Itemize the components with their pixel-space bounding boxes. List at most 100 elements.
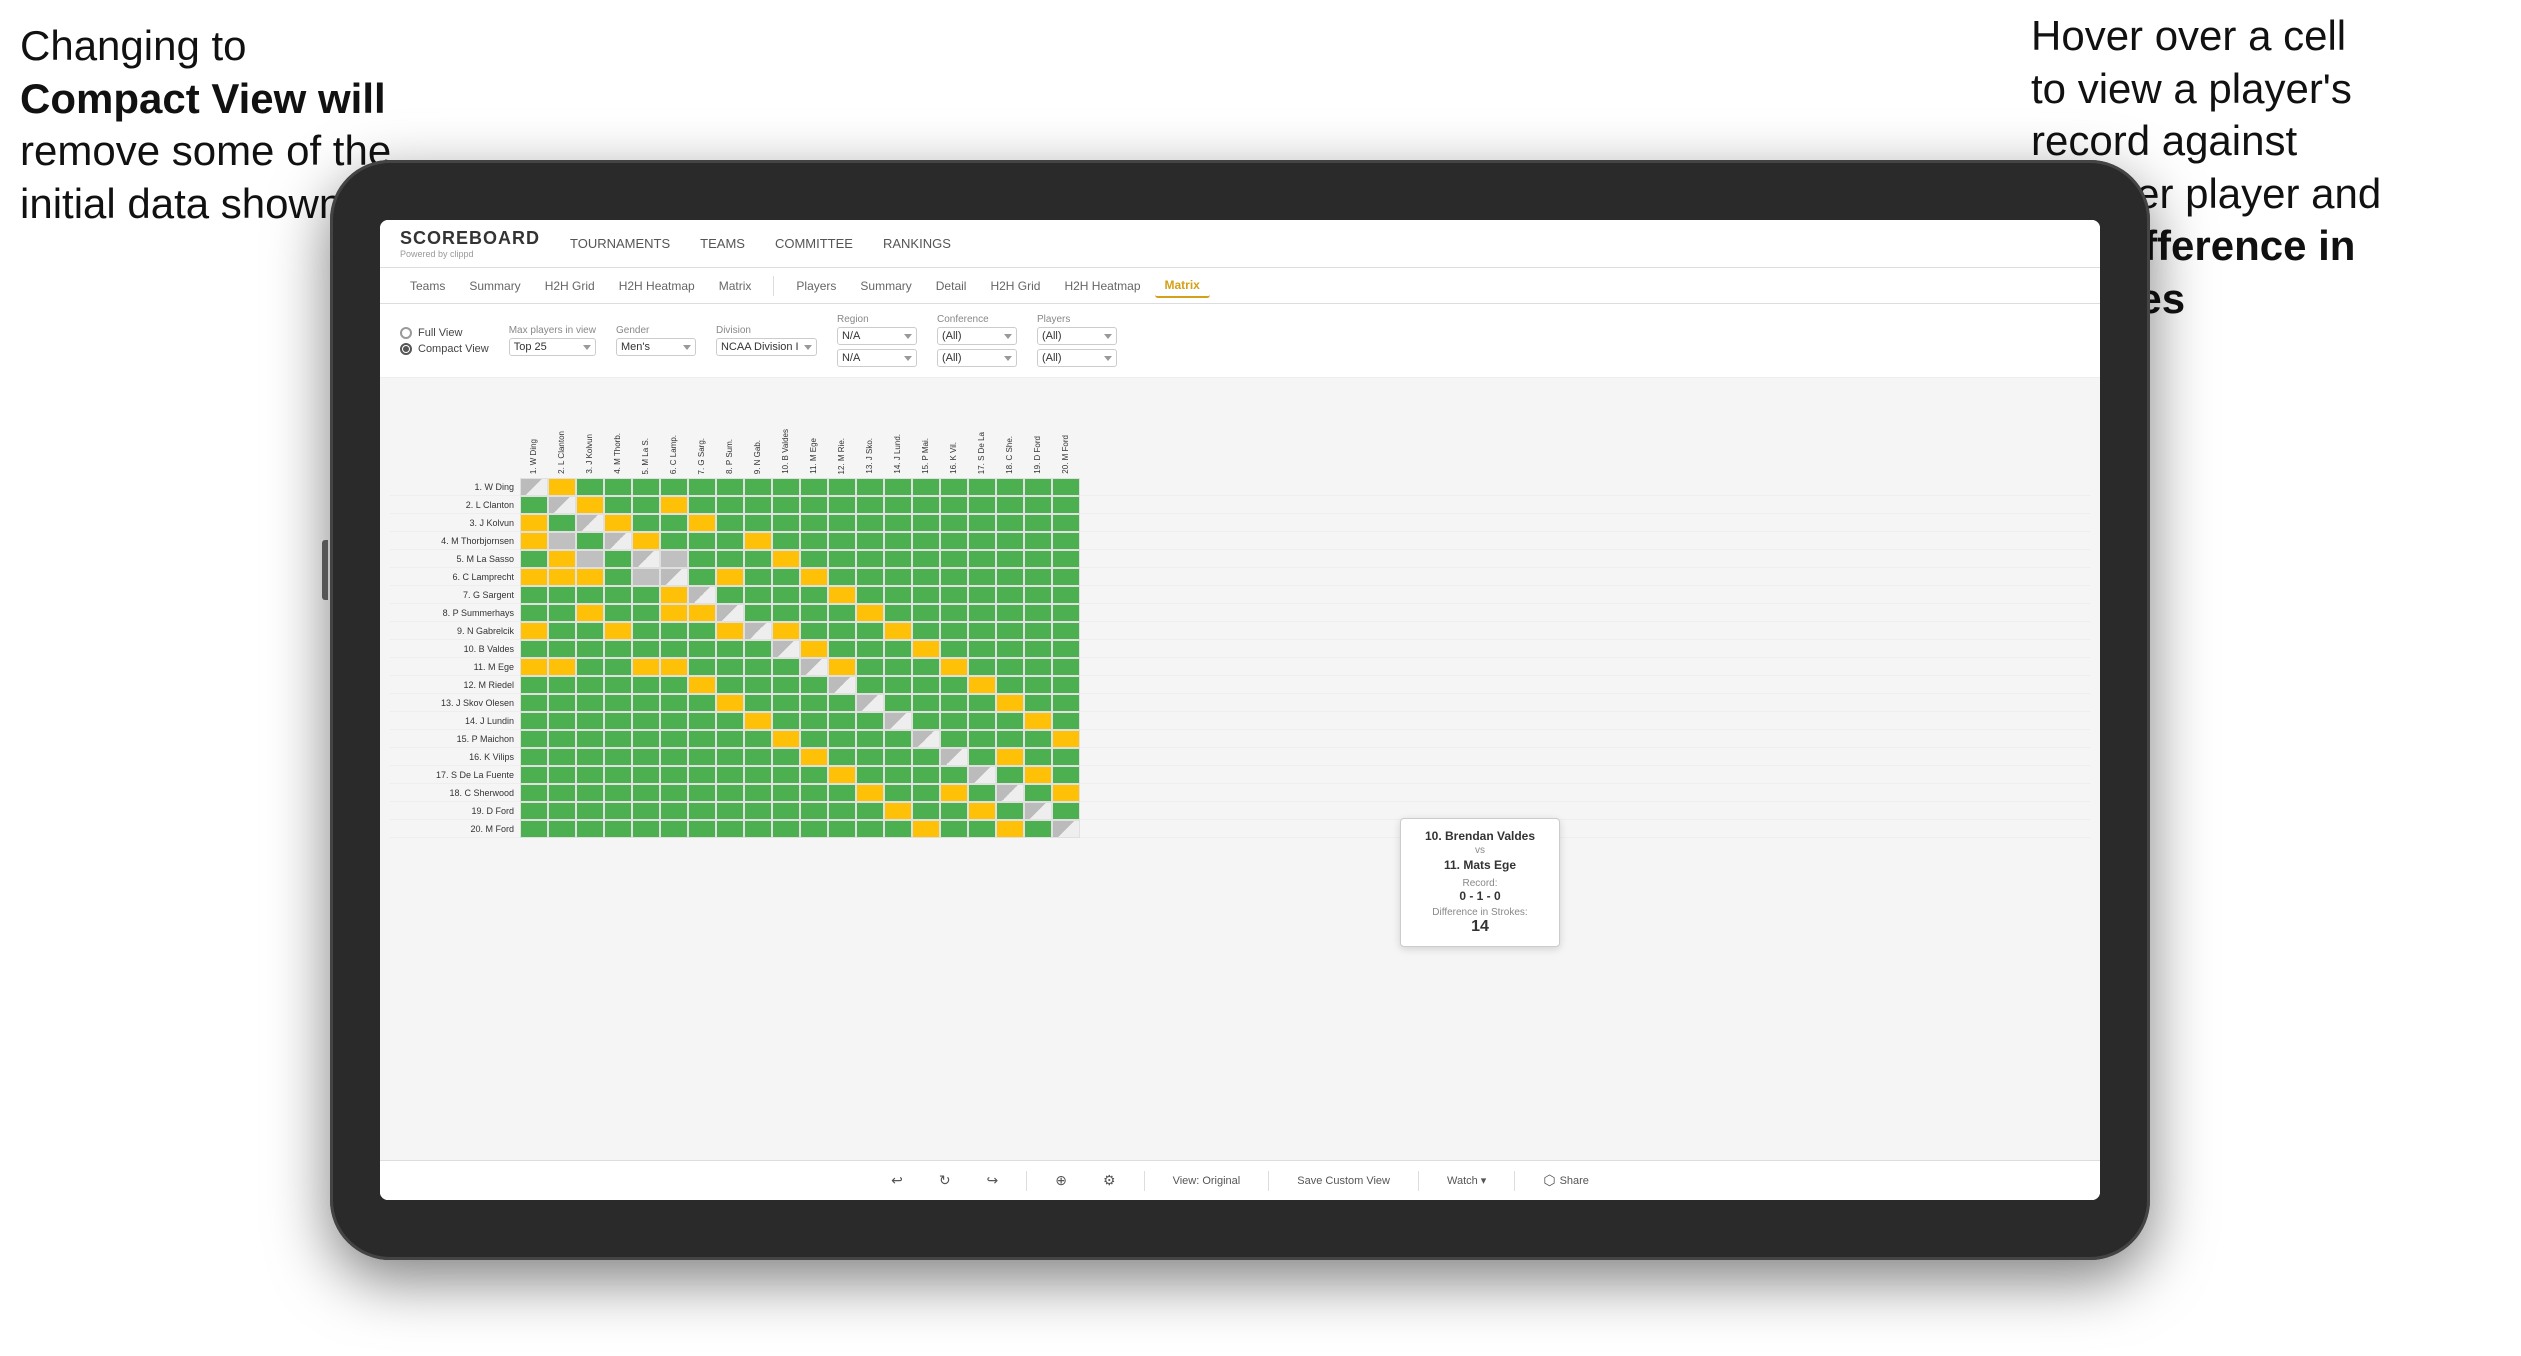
region-select1[interactable]: N/A bbox=[837, 327, 917, 345]
matrix-cell[interactable] bbox=[716, 604, 744, 622]
matrix-cell[interactable] bbox=[884, 694, 912, 712]
matrix-cell[interactable] bbox=[660, 766, 688, 784]
matrix-cell[interactable] bbox=[1052, 478, 1080, 496]
matrix-cell[interactable] bbox=[940, 514, 968, 532]
matrix-cell[interactable] bbox=[1024, 766, 1052, 784]
matrix-cell[interactable] bbox=[968, 802, 996, 820]
matrix-cell[interactable] bbox=[744, 658, 772, 676]
matrix-cell[interactable] bbox=[520, 496, 548, 514]
matrix-cell[interactable] bbox=[800, 532, 828, 550]
matrix-cell[interactable] bbox=[996, 478, 1024, 496]
matrix-cell[interactable] bbox=[940, 478, 968, 496]
matrix-cell[interactable] bbox=[884, 550, 912, 568]
matrix-cell[interactable] bbox=[604, 694, 632, 712]
matrix-cell[interactable] bbox=[744, 730, 772, 748]
matrix-cell[interactable] bbox=[744, 514, 772, 532]
matrix-cell[interactable] bbox=[828, 514, 856, 532]
view-original-btn[interactable]: View: Original bbox=[1165, 1171, 1249, 1191]
full-view-option[interactable]: Full View bbox=[400, 327, 489, 339]
matrix-cell[interactable] bbox=[828, 676, 856, 694]
matrix-cell[interactable] bbox=[744, 640, 772, 658]
matrix-cell[interactable] bbox=[856, 748, 884, 766]
matrix-cell[interactable] bbox=[548, 658, 576, 676]
matrix-cell[interactable] bbox=[576, 820, 604, 838]
matrix-cell[interactable] bbox=[884, 766, 912, 784]
matrix-cell[interactable] bbox=[548, 712, 576, 730]
matrix-cell[interactable] bbox=[800, 820, 828, 838]
matrix-cell[interactable] bbox=[660, 568, 688, 586]
matrix-cell[interactable] bbox=[772, 802, 800, 820]
matrix-cell[interactable] bbox=[548, 496, 576, 514]
matrix-cell[interactable] bbox=[632, 766, 660, 784]
matrix-cell[interactable] bbox=[800, 766, 828, 784]
matrix-cell[interactable] bbox=[576, 748, 604, 766]
matrix-cell[interactable] bbox=[940, 586, 968, 604]
matrix-cell[interactable] bbox=[856, 478, 884, 496]
sub-tab-h2hheatmap2[interactable]: H2H Heatmap bbox=[1054, 275, 1150, 297]
matrix-cell[interactable] bbox=[996, 676, 1024, 694]
matrix-cell[interactable] bbox=[1052, 658, 1080, 676]
matrix-cell[interactable] bbox=[828, 712, 856, 730]
matrix-cell[interactable] bbox=[800, 604, 828, 622]
matrix-cell[interactable] bbox=[1024, 478, 1052, 496]
matrix-cell[interactable] bbox=[520, 766, 548, 784]
matrix-cell[interactable] bbox=[744, 550, 772, 568]
matrix-cell[interactable] bbox=[604, 784, 632, 802]
matrix-cell[interactable] bbox=[632, 550, 660, 568]
matrix-cell[interactable] bbox=[688, 514, 716, 532]
matrix-cell[interactable] bbox=[744, 496, 772, 514]
matrix-cell[interactable] bbox=[800, 640, 828, 658]
matrix-cell[interactable] bbox=[604, 586, 632, 604]
matrix-cell[interactable] bbox=[884, 568, 912, 586]
matrix-cell[interactable] bbox=[996, 514, 1024, 532]
matrix-cell[interactable] bbox=[716, 820, 744, 838]
matrix-cell[interactable] bbox=[912, 604, 940, 622]
matrix-cell[interactable] bbox=[912, 622, 940, 640]
matrix-cell[interactable] bbox=[1024, 802, 1052, 820]
matrix-cell[interactable] bbox=[884, 802, 912, 820]
matrix-cell[interactable] bbox=[800, 586, 828, 604]
matrix-cell[interactable] bbox=[884, 712, 912, 730]
matrix-cell[interactable] bbox=[940, 658, 968, 676]
matrix-cell[interactable] bbox=[744, 568, 772, 586]
matrix-cell[interactable] bbox=[940, 820, 968, 838]
matrix-cell[interactable] bbox=[828, 730, 856, 748]
matrix-cell[interactable] bbox=[660, 730, 688, 748]
matrix-cell[interactable] bbox=[996, 820, 1024, 838]
matrix-cell[interactable] bbox=[744, 694, 772, 712]
matrix-cell[interactable] bbox=[1052, 622, 1080, 640]
matrix-cell[interactable] bbox=[912, 748, 940, 766]
matrix-cell[interactable] bbox=[744, 802, 772, 820]
matrix-cell[interactable] bbox=[604, 802, 632, 820]
matrix-cell[interactable] bbox=[912, 568, 940, 586]
matrix-cell[interactable] bbox=[940, 730, 968, 748]
matrix-cell[interactable] bbox=[688, 694, 716, 712]
matrix-cell[interactable] bbox=[576, 568, 604, 586]
matrix-cell[interactable] bbox=[772, 640, 800, 658]
matrix-cell[interactable] bbox=[604, 640, 632, 658]
matrix-cell[interactable] bbox=[716, 748, 744, 766]
matrix-cell[interactable] bbox=[576, 532, 604, 550]
matrix-cell[interactable] bbox=[576, 658, 604, 676]
matrix-cell[interactable] bbox=[716, 532, 744, 550]
matrix-cell[interactable] bbox=[1024, 784, 1052, 802]
matrix-cell[interactable] bbox=[968, 496, 996, 514]
matrix-cell[interactable] bbox=[968, 622, 996, 640]
matrix-cell[interactable] bbox=[604, 730, 632, 748]
matrix-cell[interactable] bbox=[1024, 676, 1052, 694]
matrix-cell[interactable] bbox=[576, 550, 604, 568]
matrix-cell[interactable] bbox=[968, 820, 996, 838]
matrix-cell[interactable] bbox=[548, 514, 576, 532]
matrix-cell[interactable] bbox=[604, 658, 632, 676]
matrix-cell[interactable] bbox=[856, 820, 884, 838]
matrix-cell[interactable] bbox=[1052, 676, 1080, 694]
matrix-cell[interactable] bbox=[632, 568, 660, 586]
matrix-cell[interactable] bbox=[884, 748, 912, 766]
matrix-cell[interactable] bbox=[520, 622, 548, 640]
matrix-cell[interactable] bbox=[604, 676, 632, 694]
matrix-cell[interactable] bbox=[884, 496, 912, 514]
matrix-cell[interactable] bbox=[520, 586, 548, 604]
matrix-cell[interactable] bbox=[1052, 496, 1080, 514]
matrix-cell[interactable] bbox=[772, 622, 800, 640]
matrix-cell[interactable] bbox=[828, 694, 856, 712]
